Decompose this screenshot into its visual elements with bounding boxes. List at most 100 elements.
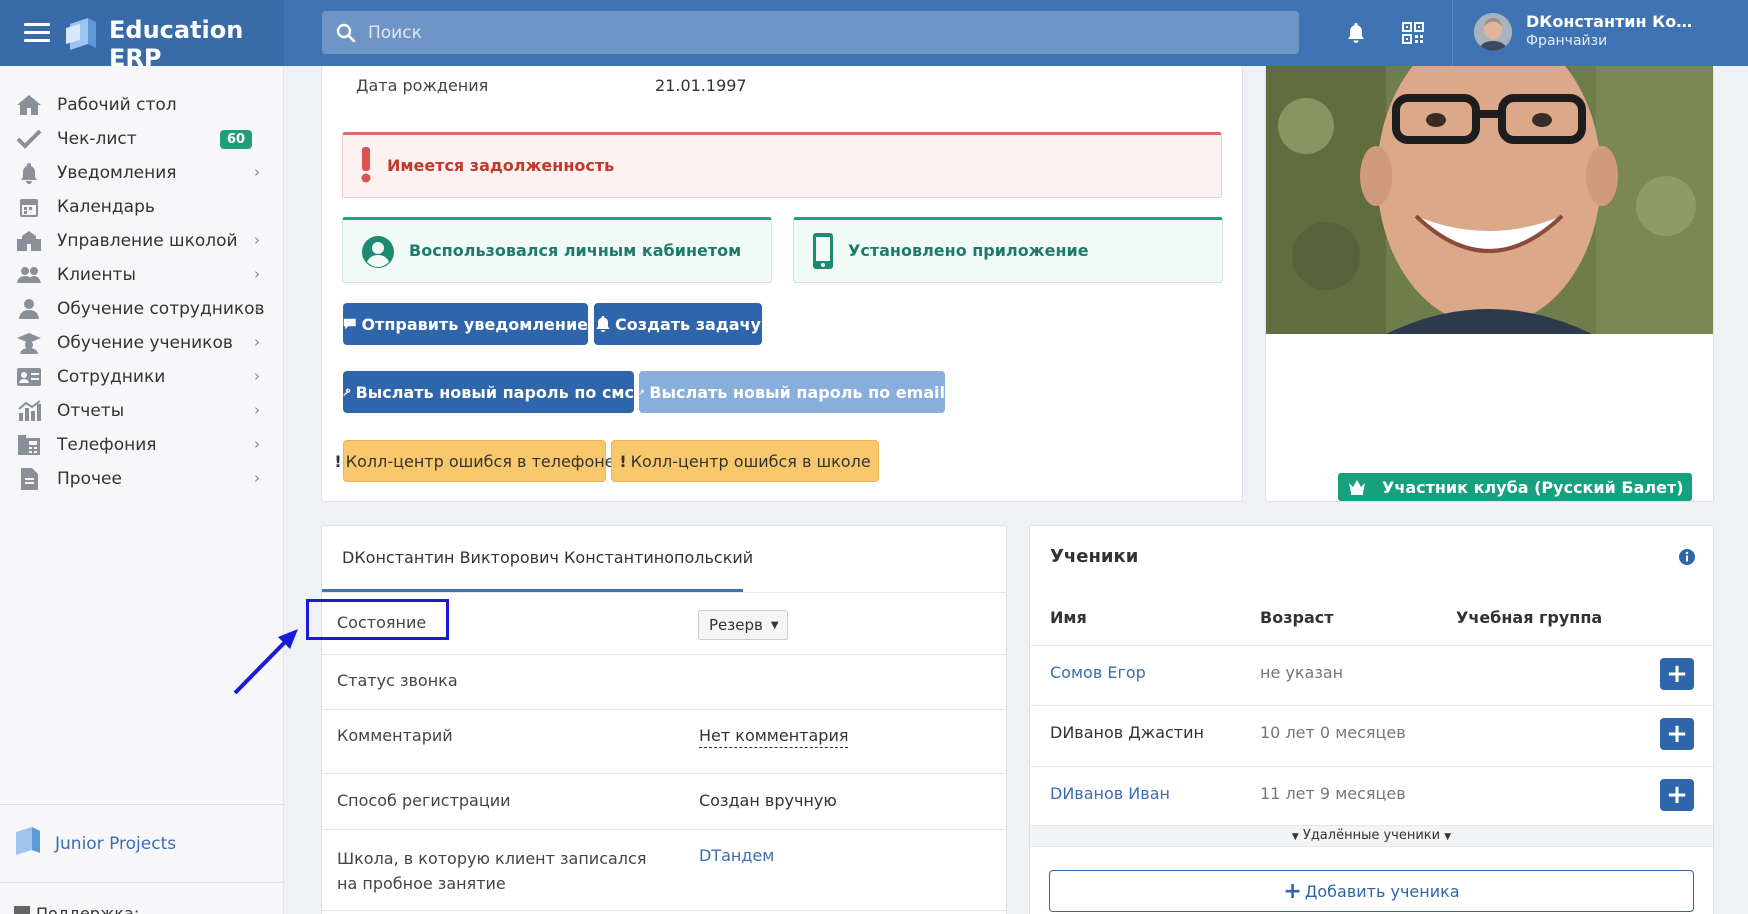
plus-icon: + [1666,659,1688,689]
plus-icon: + [1283,878,1302,904]
bell-icon [21,163,37,184]
plus-icon: + [1666,780,1688,810]
user-name[interactable]: DКонстантин Константинопольский [1526,12,1696,31]
home-icon [17,95,41,115]
sidebar-item-student-training[interactable]: Обучение учеников › [0,326,284,360]
user-avatar[interactable] [1474,13,1512,51]
add-student-button[interactable]: + Добавить ученика [1049,870,1694,912]
comment-icon [343,318,356,330]
exclamation-icon [361,147,371,183]
file-icon [21,468,38,490]
deleted-students-toggle[interactable]: ▼ Удалённые ученики ▼ [1030,825,1713,847]
column-header-name: Имя [1050,608,1087,627]
divider [322,709,1006,710]
brand-area: Education ERP [0,0,284,72]
key-icon [639,389,645,395]
sidebar-item-label: Рабочий стол [57,95,177,115]
search-input[interactable] [368,11,1268,54]
sidebar-item-school-management[interactable]: Управление школой › [0,224,284,258]
chevron-right-icon: › [254,469,260,487]
qr-code-icon[interactable] [1402,22,1424,44]
crown-icon [1349,480,1365,495]
send-password-email-button[interactable]: Выслать новый пароль по email [639,371,945,413]
sidebar-item-clients[interactable]: Клиенты › [0,258,284,292]
sidebar-item-checklist[interactable]: Чек-лист 60 [0,122,284,156]
send-password-sms-button[interactable]: Выслать новый пароль по смс [343,371,634,413]
sidebar-item-label: Отчеты [57,401,125,421]
send-notification-button[interactable]: Отправить уведомление [343,303,588,345]
info-icon[interactable] [1678,548,1696,566]
user-circle-icon [362,236,394,268]
top-bar: Education ERP DКонстантин Константинопол… [0,0,1748,72]
trial-school-link[interactable]: DТандем [699,846,774,865]
chevron-right-icon: › [254,401,260,419]
cabinet-used-info: Воспользовался личным кабинетом [342,217,772,283]
divider [322,773,1006,774]
chevron-right-icon: › [254,163,260,181]
chevron-right-icon: › [254,231,260,249]
chevron-right-icon: › [254,435,260,453]
sidebar-item-notifications[interactable]: Уведомления › [0,156,284,190]
client-photo-image [1266,66,1713,334]
add-to-group-button[interactable]: + [1660,658,1694,690]
callcenter-phone-error-button[interactable]: ! Колл-центр ошибся в телефоне [334,440,615,482]
sidebar-item-label: Календарь [57,197,155,217]
sidebar-item-other[interactable]: Прочее › [0,462,284,496]
student-name[interactable]: DИванов Джастин [1050,723,1204,742]
sidebar-item-employees[interactable]: Сотрудники › [0,360,284,394]
add-to-group-button[interactable]: + [1660,779,1694,811]
sidebar-item-calendar[interactable]: Календарь [0,190,284,224]
search-box[interactable] [322,11,1299,54]
cabinet-used-text: Воспользовался личным кабинетом [409,241,742,260]
divider [322,592,1006,593]
sidebar-item-reports[interactable]: Отчеты › [0,394,284,428]
phone-book-icon [18,435,40,455]
sidebar-item-desktop[interactable]: Рабочий стол [0,88,284,122]
plus-icon: + [1666,719,1688,749]
club-member-badge: Участник клуба (Русский Балет) [1338,473,1692,501]
student-name-link[interactable]: Сомов Егор [1050,663,1146,682]
add-to-group-button[interactable]: + [1660,718,1694,750]
exclamation-icon: ! [619,451,627,471]
client-photo[interactable] [1266,66,1713,334]
chevron-right-icon: › [254,367,260,385]
sidebar-item-label: Обучение сотрудников [57,299,265,319]
create-task-button[interactable]: Создать задачу [594,303,762,345]
students-card: Ученики Имя Возраст Учебная группа Сомов… [1029,525,1714,914]
sidebar-item-label: Телефония [57,435,157,455]
user-role: Франчайзи [1526,33,1608,49]
debt-alert: Имеется задолженность [342,132,1222,198]
comment-editable-value[interactable]: Нет комментария [699,726,849,748]
junior-projects-link[interactable]: Junior Projects [55,834,176,854]
sidebar-item-telephony[interactable]: Телефония › [0,428,284,462]
student-age: 10 лет 0 месяцев [1260,723,1406,742]
divider [322,910,1006,911]
calendar-icon [20,199,38,217]
student-name-link[interactable]: DИванов Иван [1050,784,1170,803]
bell-icon [596,316,610,332]
sidebar-item-label: Уведомления [57,163,177,183]
students-title: Ученики [1050,546,1139,567]
brand-title[interactable]: Education ERP [109,16,284,72]
caret-down-icon: ▼ [1444,832,1452,842]
registration-method-label: Способ регистрации [337,791,511,810]
birth-date-label: Дата рождения [356,76,489,95]
annotation-arrow-icon [233,629,298,695]
menu-toggle-icon[interactable] [24,23,50,43]
sidebar-item-label: Управление школой [57,231,238,251]
debt-alert-text: Имеется задолженность [387,156,615,175]
chevron-right-icon: › [254,265,260,283]
divider [1030,766,1713,767]
status-dropdown[interactable]: Резерв ▼ [698,610,788,640]
logo-icon [66,18,96,50]
tab-client-name[interactable]: DКонстантин Викторович Константинопольск… [342,548,753,567]
highlight-box [306,599,449,640]
sidebar-item-employee-training[interactable]: Обучение сотрудников › [0,292,284,326]
callcenter-school-error-button[interactable]: ! Колл-центр ошибся в школе [611,440,879,482]
id-card-icon [17,368,41,386]
support-label: Поддержка: [14,906,139,914]
call-status-label: Статус звонка [337,671,458,690]
comment-label: Комментарий [337,726,453,745]
avatar-image [1474,13,1512,51]
notifications-bell-icon[interactable] [1346,22,1366,44]
